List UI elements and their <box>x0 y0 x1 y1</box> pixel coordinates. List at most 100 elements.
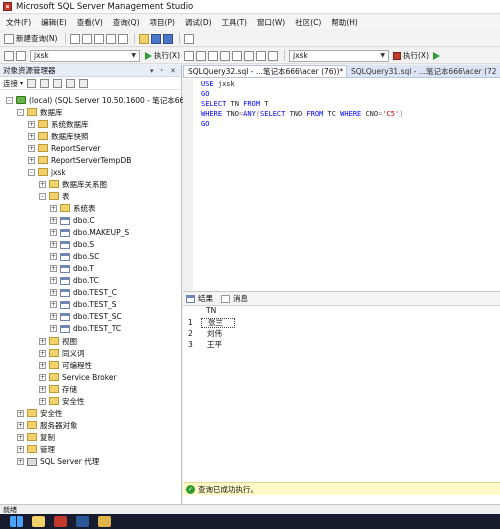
tree-node-table[interactable]: + dbo.TEST_C <box>50 287 117 299</box>
tree-node-folder[interactable]: + 复制 <box>17 431 55 443</box>
tree-node-server[interactable]: - (local) (SQL Server 10.50.1600 - 笔记本666… <box>6 94 192 106</box>
tree-node-table[interactable]: + dbo.T <box>50 263 94 275</box>
execute-button[interactable]: 执行(X) <box>145 50 180 61</box>
file-explorer-icon[interactable] <box>32 516 45 527</box>
cell-tn[interactable]: 张兰 <box>201 317 235 328</box>
analysis-query-icon[interactable] <box>82 33 93 44</box>
tree-node-table[interactable]: + dbo.MAKEUP_S <box>50 227 129 239</box>
tree-node-table[interactable]: + dbo.TC <box>50 275 99 287</box>
cell-tn[interactable]: 刘伟 <box>201 329 235 339</box>
menu-window[interactable]: 窗口(W) <box>257 17 285 28</box>
tree-node-table[interactable]: + dbo.SC <box>50 251 99 263</box>
expand-icon[interactable]: + <box>50 313 57 321</box>
xmla-query-icon[interactable] <box>118 33 129 44</box>
connect-dropdown[interactable]: 连接 <box>3 78 18 89</box>
cell-tn[interactable]: 王平 <box>201 340 235 350</box>
tree-node-table[interactable]: + dbo.TEST_S <box>50 299 117 311</box>
expand-icon[interactable]: + <box>39 337 46 345</box>
tab-messages[interactable]: 消息 <box>221 293 248 304</box>
folder-taskbar-icon[interactable] <box>98 516 111 527</box>
expand-icon[interactable]: + <box>28 156 35 164</box>
windows-start-icon[interactable] <box>10 516 23 527</box>
table-row[interactable]: 2 刘伟 <box>183 328 235 339</box>
expand-icon[interactable]: + <box>50 241 57 249</box>
table-row[interactable]: 1 张兰 <box>183 317 235 328</box>
tab-results[interactable]: 结果 <box>186 293 213 304</box>
expand-icon[interactable]: + <box>50 217 57 224</box>
menu-project[interactable]: 项目(P) <box>150 17 175 28</box>
ssms-taskbar-icon[interactable] <box>54 516 67 527</box>
expand-icon[interactable]: + <box>39 361 46 369</box>
tree-node-folder[interactable]: + 视图 <box>39 335 77 347</box>
uncomment-icon[interactable] <box>268 50 278 61</box>
tree-node-folder[interactable]: - 数据库 <box>17 106 63 118</box>
tree-node-folder[interactable]: + 管理 <box>17 443 55 455</box>
pin-close-icons[interactable]: ▾ ᛎ ✕ <box>150 67 178 75</box>
collapse-icon[interactable]: - <box>17 108 24 116</box>
tree-node-table[interactable]: + dbo.TEST_SC <box>50 311 122 323</box>
expand-icon[interactable]: + <box>50 253 57 261</box>
save-icon[interactable] <box>151 33 162 44</box>
new-query-button[interactable]: 新建查询(N) <box>4 33 57 44</box>
save-all-icon[interactable] <box>163 33 174 44</box>
open-file-icon[interactable] <box>139 33 150 44</box>
tree-node-table[interactable]: + dbo.TEST_TC <box>50 323 121 335</box>
tree-node-folder[interactable]: + 服务器对象 <box>17 419 78 431</box>
connect-object-explorer-icon[interactable] <box>27 78 37 88</box>
tree-node-folder[interactable]: + 同义词 <box>39 347 85 359</box>
collapse-icon[interactable]: - <box>28 168 35 176</box>
available-databases-combo-2[interactable]: jxsk ▼ <box>289 49 389 62</box>
menu-help[interactable]: 帮助(H) <box>331 17 358 28</box>
available-databases-combo[interactable]: jxsk ▼ <box>30 49 140 62</box>
debug-icon[interactable] <box>184 50 194 61</box>
tree-node-folder[interactable]: -表 <box>39 190 70 202</box>
tree-node-table[interactable]: + dbo.C <box>50 215 95 227</box>
collapse-icon[interactable]: - <box>6 96 13 104</box>
execute-button-2[interactable]: 执行(X) <box>393 50 429 61</box>
expand-icon[interactable]: + <box>39 397 46 405</box>
expand-icon[interactable]: + <box>28 144 35 152</box>
tree-node-folder[interactable]: + 数据库快照 <box>28 130 89 142</box>
tab-sqlquery32[interactable]: SQLQuery32.sql - ...笔记本666\acer (76))* <box>183 65 347 77</box>
expand-icon[interactable]: + <box>17 433 24 441</box>
tree-node-folder[interactable]: + 数据库关系图 <box>39 178 107 190</box>
debug-run-icon[interactable] <box>433 51 440 60</box>
results-to-grid-icon[interactable] <box>244 50 254 61</box>
tree-node-folder[interactable]: + 安全性 <box>39 395 85 407</box>
expand-icon[interactable]: + <box>50 265 57 273</box>
query-editor[interactable]: USE jxsk GO SELECT TN FROM T WHERE TNO=A… <box>183 79 500 291</box>
menu-community[interactable]: 社区(C) <box>295 17 321 28</box>
tab-sqlquery31[interactable]: SQLQuery31.sql - ...笔记本666\acer (72))* <box>347 65 497 77</box>
expand-icon[interactable]: + <box>39 373 46 381</box>
dmx-query-icon[interactable] <box>106 33 117 44</box>
collapse-icon[interactable]: - <box>39 192 46 200</box>
expand-icon[interactable]: + <box>17 445 24 453</box>
menu-file[interactable]: 文件(F) <box>6 17 31 28</box>
tree-node-db[interactable]: + ReportServerTempDB <box>28 154 131 166</box>
menu-edit[interactable]: 编辑(E) <box>41 17 67 28</box>
tree-node-db[interactable]: - jxsk <box>28 166 66 178</box>
expand-icon[interactable]: + <box>50 204 57 212</box>
activity-monitor-icon[interactable] <box>184 33 195 44</box>
query-options-icon[interactable] <box>220 50 230 61</box>
tree-node-folder[interactable]: + 系统数据库 <box>28 118 89 130</box>
expand-icon[interactable]: + <box>50 325 57 333</box>
display-plan-icon[interactable] <box>208 50 218 61</box>
tree-node-folder[interactable]: + 安全性 <box>17 407 63 419</box>
expand-icon[interactable]: + <box>39 180 46 188</box>
tree-node-db[interactable]: + ReportServer <box>28 142 100 154</box>
expand-icon[interactable]: + <box>50 301 57 309</box>
tree-node-folder[interactable]: + Service Broker <box>39 371 117 383</box>
expand-icon[interactable]: + <box>50 229 57 237</box>
expand-icon[interactable]: + <box>17 409 24 417</box>
menu-tools[interactable]: 工具(T) <box>222 17 247 28</box>
menu-debug[interactable]: 调试(D) <box>185 17 212 28</box>
tree-node-table[interactable]: + dbo.S <box>50 239 94 251</box>
results-to-text-icon[interactable] <box>232 50 242 61</box>
filter-icon[interactable] <box>66 78 76 88</box>
expand-icon[interactable]: + <box>28 120 35 128</box>
stop-icon[interactable] <box>53 78 63 88</box>
word-taskbar-icon[interactable] <box>76 516 89 527</box>
change-connection-icon[interactable] <box>16 50 26 61</box>
comment-icon[interactable] <box>256 50 266 61</box>
